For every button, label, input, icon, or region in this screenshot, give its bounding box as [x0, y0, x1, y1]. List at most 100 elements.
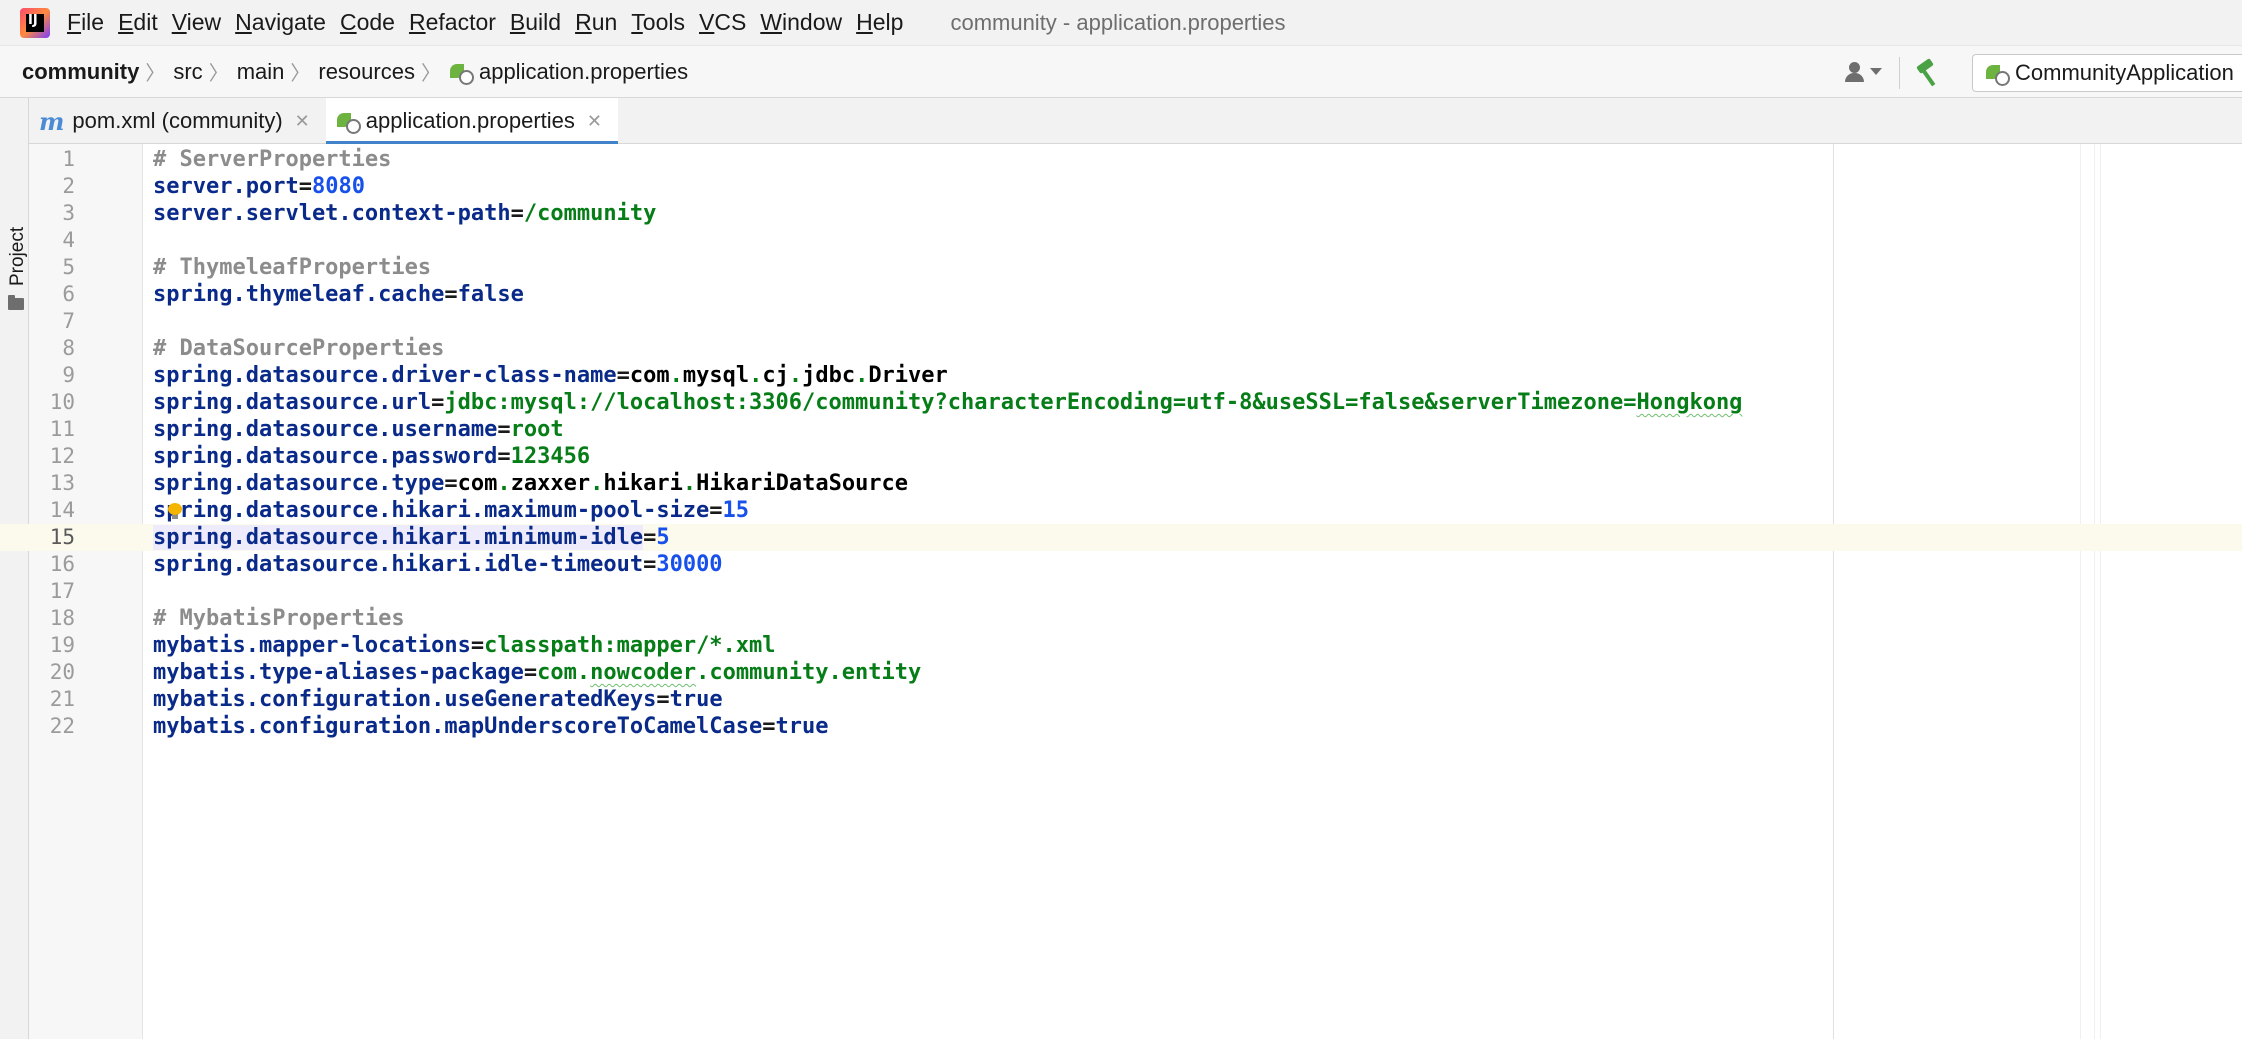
code-token: cj [762, 363, 789, 388]
code-line[interactable]: 14 spring.datasource.hikari.maximum-pool-… [0, 497, 2242, 524]
code-line[interactable]: 10 spring.datasource.url=jdbc:mysql://loc… [0, 389, 2242, 416]
window-title: community - application.properties [950, 9, 1286, 35]
code-line[interactable]: 7 [0, 308, 2242, 335]
breadcrumb-resources[interactable]: resources [318, 59, 415, 85]
code-token: spring.datasource.username [153, 417, 498, 442]
code-line[interactable]: 22 mybatis.configuration.mapUnderscoreToC… [0, 713, 2242, 740]
code-line[interactable]: 2 server.port=8080 [0, 173, 2242, 200]
close-icon[interactable]: ✕ [295, 111, 310, 132]
breadcrumb-src[interactable]: src [173, 59, 202, 85]
code-token: 123456 [510, 444, 591, 469]
menu-window[interactable]: Window [753, 0, 849, 45]
menu-label-rest: uild [525, 9, 562, 35]
breadcrumb-file[interactable]: application.properties [449, 59, 688, 85]
code-token: = [523, 660, 538, 685]
menu-help[interactable]: Help [849, 0, 910, 45]
code-line[interactable]: 3 server.servlet.context-path=/community [0, 200, 2242, 227]
code-text: spring.datasource.password=123456 [153, 443, 590, 470]
code-line[interactable]: 11 spring.datasource.username=root [0, 416, 2242, 443]
code-line[interactable]: 5 # ThymeleafProperties [0, 254, 2242, 281]
code-text: # MybatisProperties [153, 605, 405, 632]
breadcrumb-project[interactable]: community [22, 59, 139, 85]
user-dropdown-icon[interactable] [1845, 58, 1885, 88]
intention-bulb-icon[interactable] [168, 503, 182, 519]
code-token: mybatis.type-aliases-package [153, 660, 524, 685]
code-text: spring.datasource.username=root [153, 416, 564, 443]
menu-label-rest: ools [642, 9, 685, 35]
hammer-icon[interactable] [1914, 58, 1944, 88]
menu-refactor[interactable]: Refactor [402, 0, 503, 45]
code-text: spring.datasource.hikari.maximum-pool-si… [153, 497, 749, 524]
code-line[interactable]: 16 spring.datasource.hikari.idle-timeout=… [0, 551, 2242, 578]
code-token: HikariDataSource [696, 471, 909, 496]
menu-file[interactable]: File [60, 0, 111, 45]
menu-vcs[interactable]: VCS [692, 0, 753, 45]
code-token: = [616, 363, 630, 388]
code-line[interactable]: 17 [0, 578, 2242, 605]
code-line[interactable]: 13 spring.datasource.type=com.zaxxer.hika… [0, 470, 2242, 497]
line-number: 16 [49, 552, 75, 576]
code-token: spring.datasource.password [153, 444, 498, 469]
code-text: spring.thymeleaf.cache=false [153, 281, 524, 308]
menu-tools[interactable]: Tools [624, 0, 692, 45]
code-token: 15 [722, 498, 750, 523]
code-token: com [629, 363, 670, 388]
menu-label-rest: ile [81, 9, 105, 35]
code-token: = [431, 390, 445, 415]
code-text: # ThymeleafProperties [153, 254, 431, 281]
breadcrumb-main[interactable]: main [237, 59, 285, 85]
menu-navigate[interactable]: Navigate [228, 0, 333, 45]
code-text: mybatis.configuration.mapUnderscoreToCam… [153, 713, 829, 740]
code-token: server.servlet.context-path [153, 201, 511, 226]
code-line[interactable]: 15 spring.datasource.hikari.minimum-idle=… [0, 524, 2242, 551]
breadcrumb-file-label: application.properties [478, 58, 689, 84]
menu-mnemonic: F [67, 9, 82, 35]
code-token: mybatis.configuration.mapUnderscoreToCam… [153, 714, 763, 739]
code-token: spring.datasource.type [153, 471, 445, 496]
code-token: = [656, 687, 670, 712]
code-line[interactable]: 19 mybatis.mapper-locations=classpath:map… [0, 632, 2242, 659]
code-line[interactable]: 21 mybatis.configuration.useGeneratedKeys… [0, 686, 2242, 713]
code-line[interactable]: 4 [0, 227, 2242, 254]
code-token: true [669, 687, 723, 712]
code-token: . [669, 363, 683, 388]
code-token: = [497, 417, 511, 442]
line-number: 3 [62, 201, 75, 225]
code-line[interactable]: 6 spring.thymeleaf.cache=false [0, 281, 2242, 308]
code-token: Driver [868, 363, 948, 388]
code-line[interactable]: 18 # MybatisProperties [0, 605, 2242, 632]
code-line[interactable]: 9 spring.datasource.driver-class-name=com… [0, 362, 2242, 389]
menu-build[interactable]: Build [503, 0, 568, 45]
line-number: 7 [62, 309, 75, 333]
menu-mnemonic: T [631, 9, 643, 35]
code-text: spring.datasource.hikari.idle-timeout=30… [153, 551, 723, 578]
menu-mnemonic: V [699, 9, 715, 35]
menu-mnemonic: R [408, 9, 426, 35]
line-number: 9 [62, 363, 75, 387]
menu-code[interactable]: Code [333, 0, 402, 45]
line-number: 2 [62, 174, 75, 198]
code-token: . [749, 363, 763, 388]
code-token: classpath:mapper/*.xml [484, 633, 776, 658]
code-token: . [497, 471, 511, 496]
menu-label-rest: avigate [251, 9, 326, 35]
code-line[interactable]: 1 # ServerProperties [0, 146, 2242, 173]
code-token: nowcoder [590, 660, 697, 685]
menu-label-rest: dit [133, 9, 158, 35]
tab-pom-xml[interactable]: m pom.xml (community) ✕ [29, 98, 326, 144]
menu-view[interactable]: View [165, 0, 228, 45]
menu-label-rest: efactor [425, 9, 496, 35]
code-token: jdbc [802, 363, 856, 388]
code-line[interactable]: 12 spring.datasource.password=123456 [0, 443, 2242, 470]
code-line[interactable]: 20 mybatis.type-aliases-package=com.nowco… [0, 659, 2242, 686]
menu-run[interactable]: Run [568, 0, 624, 45]
close-icon[interactable]: ✕ [587, 111, 602, 132]
code-text: spring.datasource.type=com.zaxxer.hikari… [153, 470, 908, 497]
run-configuration-selector[interactable]: CommunityApplication [1972, 53, 2242, 92]
intellij-idea-icon: IJ [20, 7, 50, 38]
tab-application-properties[interactable]: application.properties ✕ [325, 98, 619, 145]
code-token: spring.datasource.url [153, 390, 432, 415]
menu-edit[interactable]: Edit [111, 0, 165, 45]
code-token: = [709, 498, 723, 523]
code-line[interactable]: 8 # DataSourceProperties [0, 335, 2242, 362]
